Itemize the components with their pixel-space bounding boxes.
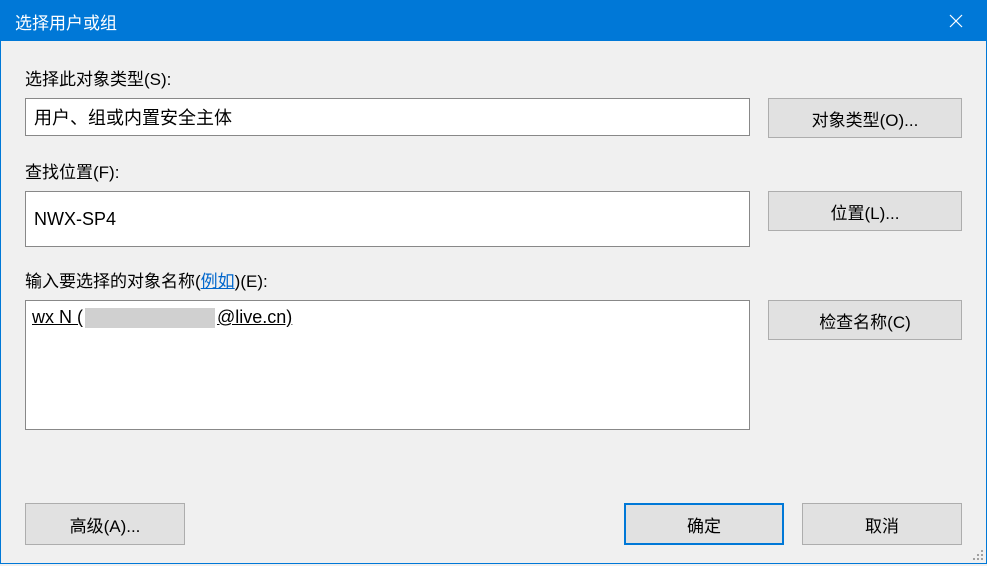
check-names-button[interactable]: 检查名称(C)	[768, 300, 962, 340]
location-value: NWX-SP4	[34, 209, 116, 230]
redacted-text	[85, 308, 215, 328]
object-type-value: 用户、组或内置安全主体	[34, 104, 232, 130]
object-types-button[interactable]: 对象类型(O)...	[768, 98, 962, 138]
advanced-button[interactable]: 高级(A)...	[25, 503, 185, 545]
ok-button[interactable]: 确定	[624, 503, 784, 545]
object-names-input[interactable]: wx N (@live.cn)	[25, 300, 750, 430]
location-field: NWX-SP4	[25, 191, 750, 247]
close-icon	[949, 14, 963, 28]
object-names-label: 输入要选择的对象名称(例如)(E):	[25, 267, 962, 292]
dialog-title: 选择用户或组	[15, 9, 926, 34]
resolved-object-name: wx N (@live.cn)	[32, 307, 292, 327]
locations-button[interactable]: 位置(L)...	[768, 191, 962, 231]
bottom-button-row: 高级(A)... 确定 取消	[25, 503, 962, 545]
titlebar[interactable]: 选择用户或组	[1, 1, 986, 41]
select-users-groups-dialog: 选择用户或组 选择此对象类型(S): 用户、组或内置安全主体 对象类型(O)..…	[0, 0, 987, 564]
resize-grip-icon	[968, 545, 984, 561]
examples-link[interactable]: 例如	[201, 272, 235, 291]
object-type-field: 用户、组或内置安全主体	[25, 98, 750, 136]
object-type-label: 选择此对象类型(S):	[25, 65, 962, 90]
cancel-button[interactable]: 取消	[802, 503, 962, 545]
resize-grip[interactable]	[968, 545, 984, 561]
close-button[interactable]	[926, 1, 986, 41]
location-label: 查找位置(F):	[25, 158, 962, 183]
dialog-content: 选择此对象类型(S): 用户、组或内置安全主体 对象类型(O)... 查找位置(…	[1, 41, 986, 563]
